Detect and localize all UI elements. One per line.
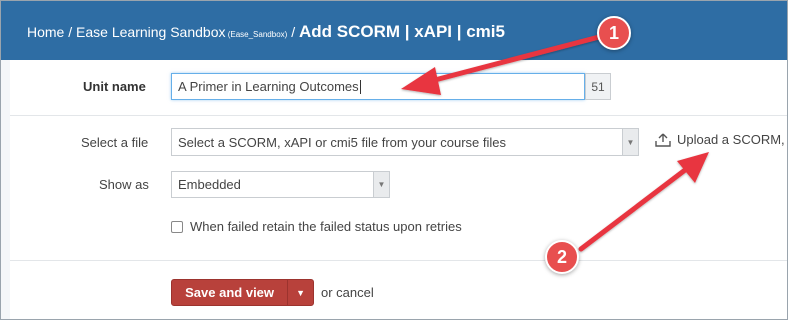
breadcrumb-course-code: (Ease_Sandbox) <box>225 30 288 39</box>
app-frame: Home / Ease Learning Sandbox (Ease_Sandb… <box>0 0 788 320</box>
annotation-badge-1: 1 <box>597 16 631 50</box>
breadcrumb: Home / Ease Learning Sandbox (Ease_Sandb… <box>27 22 505 42</box>
upload-tray-icon <box>655 133 671 147</box>
upload-scorm-label: Upload a SCORM, x <box>677 132 788 147</box>
page-header: Home / Ease Learning Sandbox (Ease_Sandb… <box>1 1 787 60</box>
annotation-badge-2: 2 <box>545 240 579 274</box>
page-title: Add SCORM | xAPI | cmi5 <box>298 22 505 41</box>
unit-name-label: Unit name <box>83 79 146 94</box>
save-options-dropdown[interactable]: ▼ <box>287 280 313 305</box>
breadcrumb-separator: / <box>64 24 77 40</box>
show-as-label: Show as <box>99 177 149 192</box>
breadcrumb-course-link[interactable]: Ease Learning Sandbox <box>76 24 225 40</box>
cancel-text: or cancel <box>321 285 374 300</box>
caret-down-icon: ▼ <box>373 172 389 197</box>
select-file-label: Select a file <box>81 135 149 150</box>
or-prefix: or <box>321 285 337 300</box>
unit-name-value: A Primer in Learning Outcomes <box>178 79 359 94</box>
unit-name-char-counter: 51 <box>585 73 611 100</box>
cancel-link[interactable]: cancel <box>336 285 374 300</box>
select-file-value: Select a SCORM, xAPI or cmi5 file from y… <box>178 134 506 150</box>
breadcrumb-home-link[interactable]: Home <box>27 24 64 40</box>
breadcrumb-separator: / <box>287 24 299 40</box>
show-as-dropdown[interactable]: Embedded ▼ <box>171 171 390 198</box>
show-as-value: Embedded <box>178 177 241 192</box>
unit-name-input[interactable]: A Primer in Learning Outcomes <box>171 73 585 100</box>
retain-failed-label: When failed retain the failed status upo… <box>190 219 462 234</box>
text-cursor <box>359 79 361 94</box>
select-file-dropdown[interactable]: Select a SCORM, xAPI or cmi5 file from y… <box>171 128 639 156</box>
row-divider <box>10 260 787 261</box>
row-divider <box>10 115 787 116</box>
upload-scorm-link[interactable]: Upload a SCORM, x <box>655 132 788 147</box>
save-and-view-button-group: Save and view ▼ <box>171 279 314 306</box>
caret-down-icon: ▼ <box>622 129 638 155</box>
save-and-view-button[interactable]: Save and view <box>172 280 287 305</box>
caret-down-icon: ▼ <box>296 287 306 298</box>
retain-failed-checkbox[interactable] <box>171 221 183 233</box>
